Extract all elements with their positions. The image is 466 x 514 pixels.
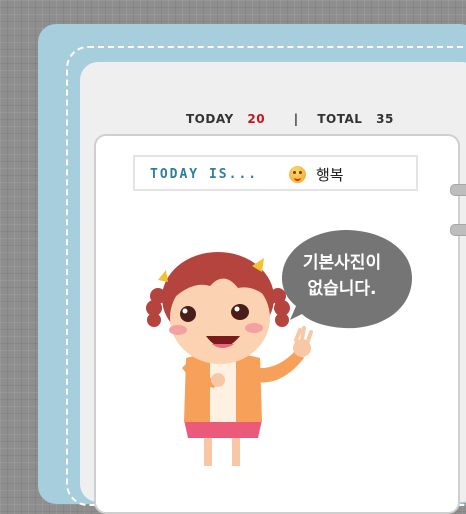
binder-ring-top: [450, 184, 466, 196]
mood-text: 행복: [316, 166, 344, 184]
no-photo-line-2: 없습니다.: [307, 279, 377, 299]
today-count: 20: [247, 112, 266, 126]
counter-separator: |: [293, 112, 299, 126]
total-label: TOTAL: [317, 112, 363, 126]
total-count: 35: [376, 112, 394, 126]
visitor-counter: TODAY 20 | TOTAL 35: [186, 112, 394, 126]
smiley-face-icon: [289, 166, 306, 183]
today-label: TODAY: [186, 112, 234, 126]
today-is-label: TODAY IS...: [150, 167, 259, 182]
binder-ring-bottom: [450, 224, 466, 236]
no-photo-text: 기본사진이 없습니다.: [288, 250, 396, 302]
no-photo-line-1: 기본사진이: [302, 253, 382, 273]
